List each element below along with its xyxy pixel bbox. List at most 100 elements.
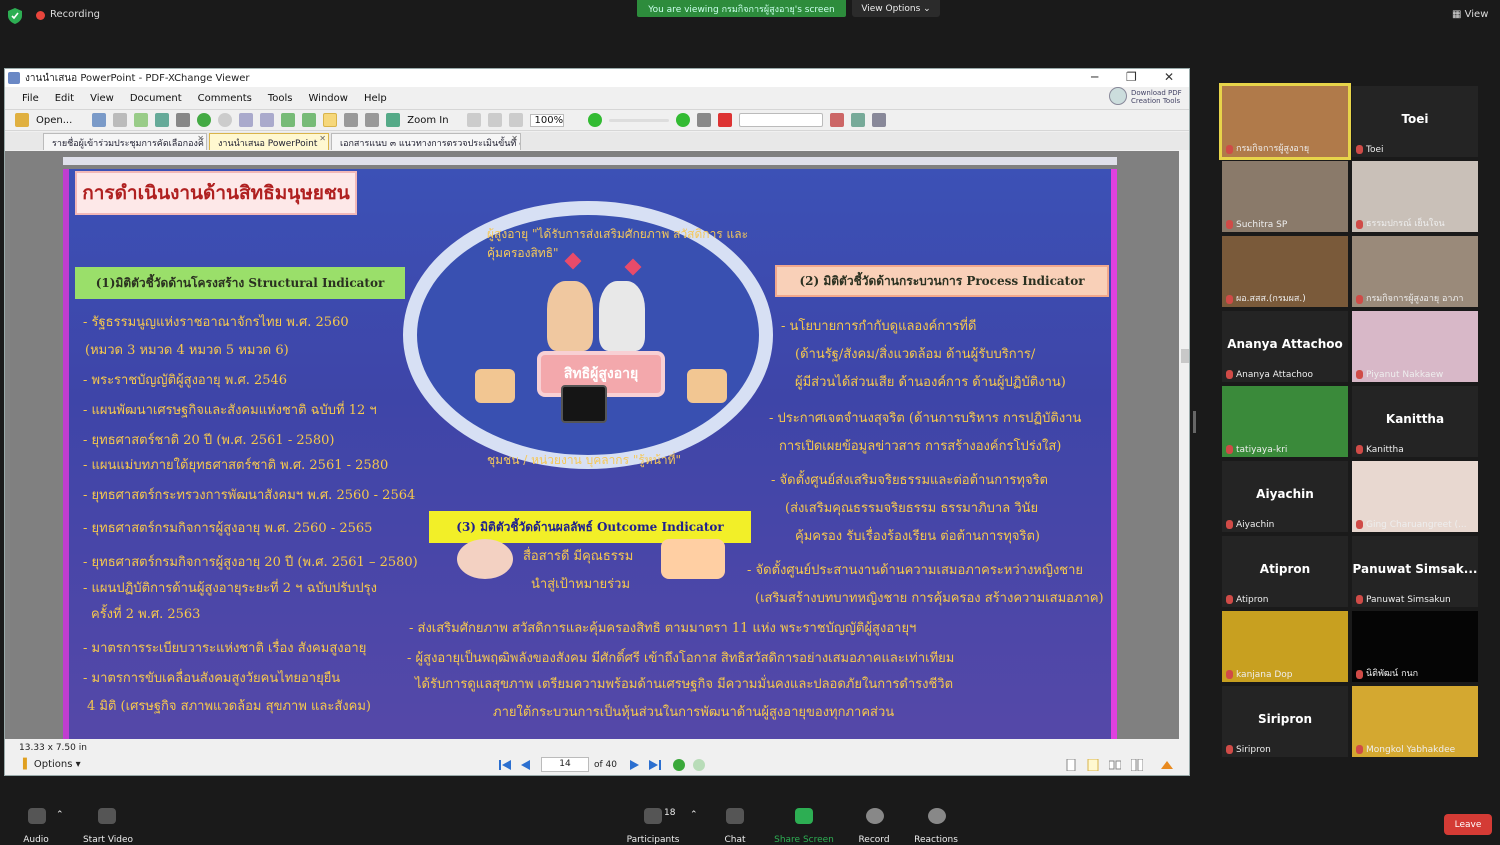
participant-tile[interactable]: กรมกิจการผู้สูงอายุ [1219,83,1351,160]
view-button[interactable]: ▦ View [1452,9,1488,20]
menu-comments[interactable]: Comments [198,93,252,104]
zoom-in-icon[interactable] [386,113,401,127]
participant-tile[interactable]: kanjana Dop [1222,611,1348,682]
participants-icon[interactable] [644,808,662,824]
close-tab-icon[interactable]: ✕ [197,134,204,143]
rotate-icon[interactable] [281,113,296,127]
participant-tile[interactable]: Ging Charuangreet (... [1352,461,1478,532]
scrollbar-thumb[interactable] [1181,349,1189,363]
participant-tile[interactable]: ธรรมปกรณ์ เย็นใจน [1352,161,1478,232]
scan-icon[interactable] [134,113,149,127]
document-view[interactable]: การดำเนินงานด้านสิทธิมนุษยชน ผู้สูงอายุ … [5,151,1179,739]
snapshot-icon[interactable] [155,113,170,127]
options-button[interactable]: ▌ Options ▾ [23,759,81,770]
stamp-icon[interactable] [717,113,732,127]
close-tab-icon[interactable]: ✕ [511,134,518,143]
participant-tile[interactable]: Piyanut Nakkaew [1352,311,1478,382]
download-pdf-tools-button[interactable]: Download PDF Creation Tools [1105,85,1183,107]
hand-tool-icon[interactable] [323,113,338,127]
participants-options-icon[interactable]: ⌃ [690,810,698,820]
participant-tile[interactable]: Atipron Atipron [1222,536,1348,607]
save-icon[interactable] [92,113,107,127]
tab-attachment[interactable]: เอกสารแนบ ๓ แนวทางการตรวจประเมินขั้นที่ … [331,133,521,150]
download-icon [1109,87,1127,105]
view-options-button[interactable]: View Options ⌄ [852,0,940,17]
tab-participants-list[interactable]: รายชื่อผู้เข้าร่วมประชุมการคัดเลือกองค์ ✕ [43,133,207,150]
participant-tile[interactable]: Siripron Siripron [1222,686,1348,757]
forward-view-icon[interactable] [693,759,705,771]
single-page-icon[interactable] [1065,759,1077,771]
facing-icon[interactable] [1109,759,1121,771]
continuous-icon[interactable] [1087,759,1099,771]
participant-tile[interactable]: Toei Toei [1352,86,1478,157]
snapshot-tool-icon[interactable] [365,113,380,127]
menu-document[interactable]: Document [130,93,182,104]
vertical-scrollbar[interactable] [1179,151,1189,739]
redo-icon[interactable] [260,113,275,127]
open-button[interactable]: Open... [36,115,72,126]
record-icon[interactable] [866,808,884,824]
zoom-field[interactable]: 100% [529,113,564,127]
zoom-out-icon[interactable] [587,113,602,127]
search-input[interactable] [738,113,823,127]
participant-tile[interactable]: tatiyaya-kri [1222,386,1348,457]
menu-view[interactable]: View [90,93,114,104]
restore-button[interactable]: ❐ [1126,70,1137,84]
menu-file[interactable]: File [22,93,39,104]
previous-page-icon[interactable] [519,759,531,771]
share-screen-icon[interactable] [795,808,813,824]
minimize-button[interactable]: ─ [1091,70,1098,84]
audio-options-icon[interactable]: ⌃ [56,810,64,820]
status-settings-icon[interactable] [1161,759,1173,771]
back-icon[interactable] [197,113,212,127]
right-item: (ด้านรัฐ/สังคม/สิ่งแวดล้อม ด้านผู้รับบริ… [795,347,1036,362]
tab-presentation[interactable]: งานนำเสนอ PowerPoint ✕ [209,133,329,150]
menu-tools[interactable]: Tools [268,93,293,104]
video-off-icon[interactable] [98,808,116,824]
first-page-icon[interactable] [499,759,511,771]
participant-tile[interactable]: Ananya Attachoo Ananya Attachoo [1222,311,1348,382]
close-tab-icon[interactable]: ✕ [319,134,326,143]
settings-icon[interactable] [871,113,886,127]
participant-tile[interactable]: กรมกิจการผู้สูงอายุ อาภา [1352,236,1478,307]
menu-window[interactable]: Window [309,93,348,104]
menu-help[interactable]: Help [364,93,387,104]
participant-tile[interactable]: Suchitra SP [1222,161,1348,232]
reactions-icon[interactable] [928,808,946,824]
page-number-input[interactable]: 14 [541,757,589,772]
annotate-icon[interactable] [696,113,711,127]
open-icon[interactable] [15,113,29,127]
tools-icon[interactable] [850,113,865,127]
participant-tile[interactable]: Aiyachin Aiyachin [1222,461,1348,532]
print-icon[interactable] [113,113,128,127]
outcome-bottom-4: ภายใต้กระบวนการเป็นหุ้นส่วนในการพัฒนาด้า… [493,705,895,720]
security-shield-icon[interactable] [8,8,22,24]
ocr-icon[interactable] [176,113,191,127]
last-page-icon[interactable] [649,759,661,771]
rotate2-icon[interactable] [302,113,317,127]
zoom-in-button[interactable]: Zoom In [407,115,448,126]
fit-page-icon[interactable] [487,113,502,127]
forward-icon[interactable] [218,113,233,127]
participant-tile[interactable]: Kanittha Kanittha [1352,386,1478,457]
fit-width-icon[interactable] [508,113,523,127]
select-text-icon[interactable] [344,113,359,127]
menu-edit[interactable]: Edit [55,93,74,104]
participant-tile[interactable]: ผอ.สสส.(กรมผส.) [1222,236,1348,307]
actual-size-icon[interactable] [466,113,481,127]
facing-continuous-icon[interactable] [1131,759,1143,771]
find-icon[interactable] [829,113,844,127]
participant-tile[interactable]: Panuwat Simsak... Panuwat Simsakun [1352,536,1478,607]
zoom-plus-icon[interactable] [675,113,690,127]
back-view-icon[interactable] [673,759,685,771]
panel-splitter[interactable] [1193,411,1196,433]
chat-icon[interactable] [726,808,744,824]
microphone-icon[interactable] [28,808,46,824]
undo-icon[interactable] [239,113,254,127]
participant-tile[interactable]: นิติพัฒน์ กนก [1352,611,1478,682]
participant-tile[interactable]: Mongkol Yabhakdee [1352,686,1478,757]
next-page-icon[interactable] [629,759,641,771]
close-window-button[interactable]: ✕ [1164,70,1174,84]
leave-button[interactable]: Leave [1444,814,1492,835]
zoom-slider[interactable] [608,118,669,122]
